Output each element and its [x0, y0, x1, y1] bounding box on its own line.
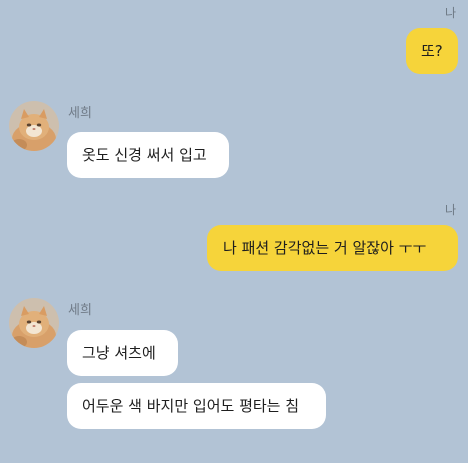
my-name-label: 나: [444, 6, 456, 20]
message-text: 또?: [421, 42, 443, 60]
friend-avatar[interactable]: [9, 298, 59, 348]
my-name-label: 나: [444, 203, 456, 217]
message-text: 나 패션 감각없는 거 알잖아 ㅜㅜ: [223, 239, 427, 257]
chat-room: 나 또? 세희 옷도 신경 써서 입고 나 나 패션 감각없는 거 알잖아 ㅜㅜ: [0, 0, 468, 463]
friend-avatar[interactable]: [9, 101, 59, 151]
message-text: 옷도 신경 써서 입고: [82, 146, 207, 164]
my-message-bubble[interactable]: 또?: [406, 28, 458, 74]
friend-name-label: 세희: [68, 106, 92, 121]
message-text: 어두운 색 바지만 입어도 평타는 침: [82, 397, 300, 415]
friend-message-bubble[interactable]: 옷도 신경 써서 입고: [67, 132, 229, 178]
my-message-bubble[interactable]: 나 패션 감각없는 거 알잖아 ㅜㅜ: [207, 225, 458, 271]
friend-message-bubble[interactable]: 그냥 셔츠에: [67, 330, 178, 376]
friend-message-bubble[interactable]: 어두운 색 바지만 입어도 평타는 침: [67, 383, 326, 429]
cat-avatar-icon: [9, 101, 59, 151]
friend-name-label: 세희: [68, 303, 92, 318]
cat-avatar-icon: [9, 298, 59, 348]
message-text: 그냥 셔츠에: [82, 344, 156, 362]
